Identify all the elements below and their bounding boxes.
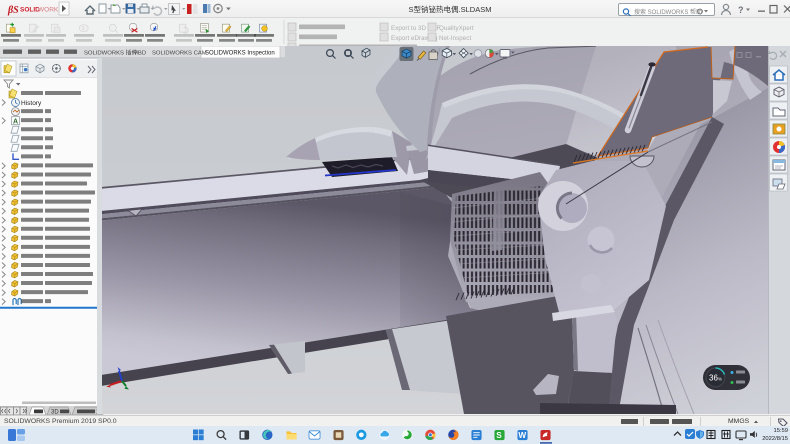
- svg-text:?: ?: [738, 5, 744, 15]
- svg-text:搜索 SOLIDWORKS 帮助: 搜索 SOLIDWORKS 帮助: [634, 8, 702, 16]
- svg-text:QualityXpert: QualityXpert: [439, 25, 474, 32]
- svg-text:A: A: [13, 119, 18, 126]
- svg-text:Net-Inspect: Net-Inspect: [439, 35, 471, 42]
- svg-text:βS: βS: [7, 5, 19, 16]
- svg-text:MBD: MBD: [133, 50, 146, 56]
- svg-text:W: W: [518, 431, 526, 440]
- svg-text:1: 1: [82, 26, 85, 32]
- svg-text:S: S: [496, 431, 502, 440]
- svg-text:SOLIDWORKS 插件: SOLIDWORKS 插件: [84, 48, 137, 56]
- svg-text:SOLIDWORKS CAM: SOLIDWORKS CAM: [152, 50, 207, 56]
- svg-text:SOLIDWORKS Inspection: SOLIDWORKS Inspection: [205, 50, 275, 56]
- svg-text:History: History: [21, 100, 42, 107]
- svg-text:S型钠铋热电偶.SLDASM: S型钠铋热电偶.SLDASM: [409, 4, 492, 14]
